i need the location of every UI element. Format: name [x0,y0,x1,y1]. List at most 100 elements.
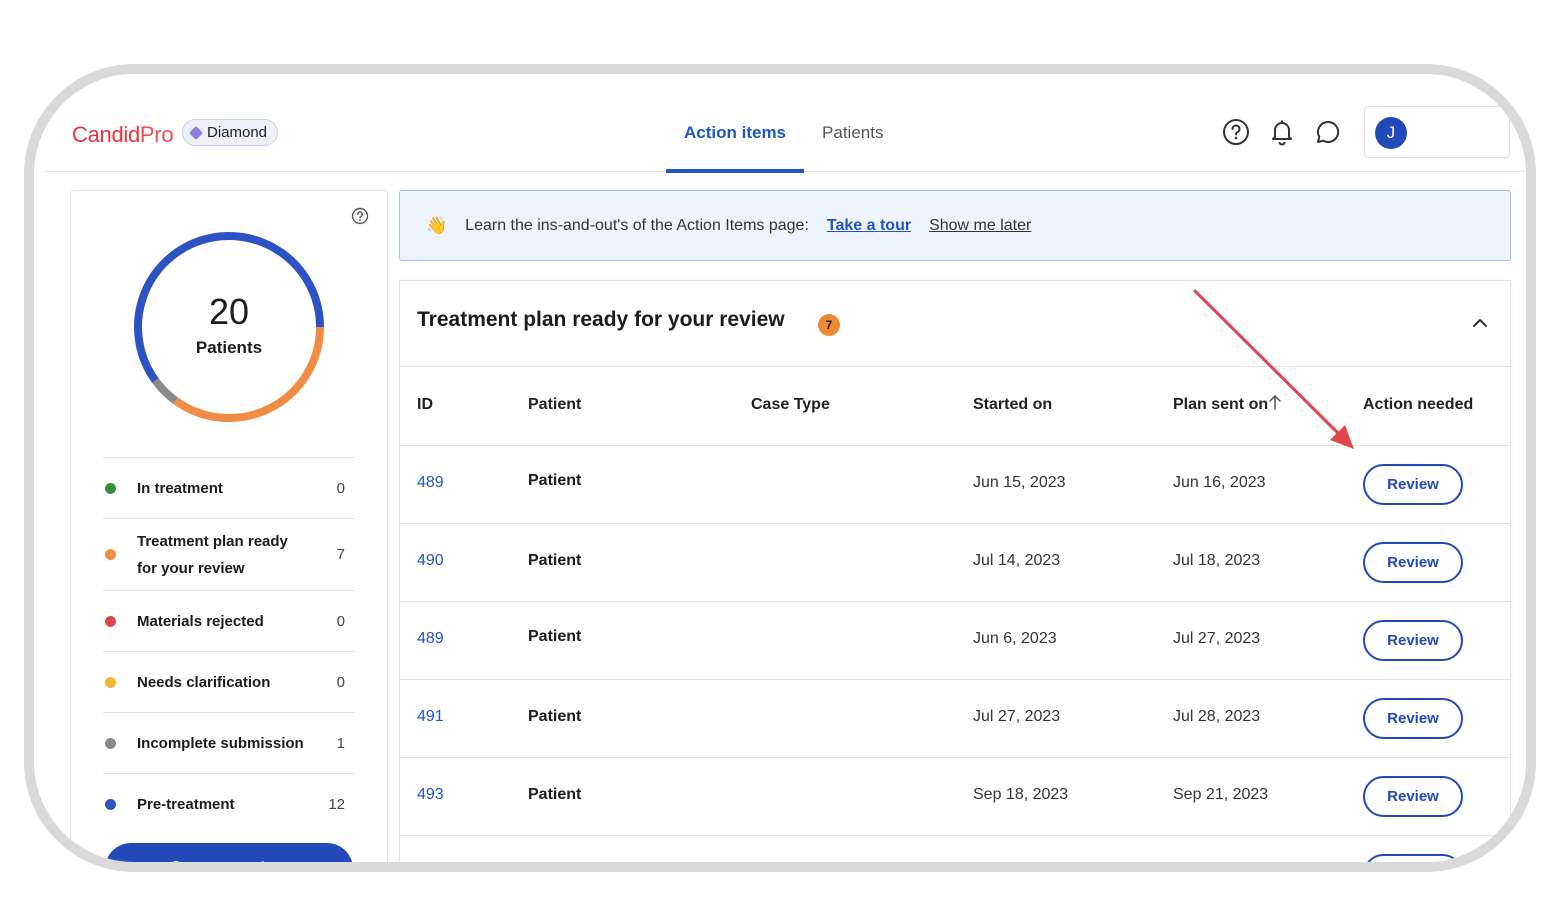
column-header-case-type[interactable]: Case Type [751,396,830,414]
row-started-on: Jul 14, 2023 [973,552,1061,569]
review-button[interactable]: Review [1363,620,1463,661]
status-count: 0 [336,612,345,630]
new-patient-button[interactable]: New patient [105,843,353,872]
donut-segment-incomplete-submission [152,378,178,404]
column-header-plan-sent-on[interactable]: Plan sent on [1173,396,1268,414]
top-nav: CandidPro Diamond Action items Patients … [46,94,1526,173]
tour-banner: 👋 Learn the ins-and-out's of the Action … [399,190,1511,261]
status-list: In treatment 0 Treatment plan ready for … [103,457,355,834]
take-tour-link[interactable]: Take a tour [827,217,911,235]
status-label: Incomplete submission [137,734,304,752]
status-item-needs-clarification[interactable]: Needs clarification 0 [103,651,355,712]
chevron-up-icon[interactable] [1468,311,1492,340]
header-icons [1222,118,1342,146]
tier-label: Diamond [207,124,268,141]
status-dot [105,798,116,810]
avatar: J [1375,117,1407,149]
logo-main: Candid [72,122,140,147]
chat-icon[interactable] [1314,118,1342,146]
status-label: Needs clarification [137,673,271,691]
total-patients-count: 20 [208,291,250,332]
table-row: 489 Patient Jun 15, 2023 Jun 16, 2023 Re… [400,446,1510,524]
row-patient: Patient [528,786,582,803]
add-user-icon [173,860,180,862]
sort-arrow-up-icon[interactable] [1268,393,1282,416]
panel-title: Treatment plan ready for your review [417,308,785,331]
status-dot [105,482,116,494]
column-header-patient[interactable]: Patient [528,396,581,414]
help-icon[interactable] [351,207,369,230]
total-patients-label: Patients [195,338,263,357]
row-plan-sent-on: Jul 18, 2023 [1173,552,1261,569]
status-count: 12 [328,795,345,813]
table-row: 493 Patient Oct 5, 2023 Oct 6, 2023 Revi… [400,836,1510,872]
status-item-in-treatment[interactable]: In treatment 0 [103,457,355,518]
status-item-incomplete-submission[interactable]: Incomplete submission 1 [103,712,355,773]
logo-suffix: Pro [139,122,174,147]
row-id-link[interactable]: 489 [417,474,444,492]
help-icon[interactable] [1222,118,1250,146]
row-plan-sent-on: Jul 27, 2023 [1173,630,1261,647]
count-badge: 7 [818,314,840,336]
row-started-on: Jun 15, 2023 [973,474,1066,491]
banner-message: Learn the ins-and-out's of the Action It… [465,216,809,234]
status-dot [105,615,116,627]
status-count: 0 [336,673,345,691]
status-label: In treatment [137,479,223,497]
table-header: ID Patient Case Type Started on Plan sen… [400,367,1510,446]
row-started-on: Jul 27, 2023 [973,708,1061,725]
bell-icon[interactable] [1268,118,1296,146]
review-button[interactable]: Review [1363,464,1463,505]
row-id-link[interactable]: 490 [417,552,444,570]
status-dot [105,737,116,749]
row-patient: Patient [528,864,581,872]
tab-patients[interactable]: Patients [804,94,901,172]
column-header-started-on[interactable]: Started on [973,396,1052,414]
row-id-link[interactable]: 493 [417,786,444,804]
row-started-on: Jun 6, 2023 [973,630,1057,647]
row-patient: Patient [528,628,582,645]
panel-header[interactable]: Treatment plan ready for your review 7 [400,281,1510,367]
row-patient: Patient [528,708,582,725]
row-plan-sent-on: Jun 16, 2023 [1173,474,1266,491]
row-id-link[interactable]: 491 [417,708,444,726]
column-header-id[interactable]: ID [417,396,433,414]
row-plan-sent-on: Oct 6, 2023 [1173,864,1256,872]
status-count: 0 [336,479,345,497]
new-patient-label: New patient [199,860,289,872]
row-plan-sent-on: Sep 21, 2023 [1173,786,1269,803]
row-started-on: Oct 5, 2023 [973,864,1056,872]
treatment-plan-panel: Treatment plan ready for your review 7 I… [399,280,1511,872]
row-patient: Patient [528,552,582,569]
row-started-on: Sep 18, 2023 [973,786,1069,803]
review-button[interactable]: Review [1363,542,1463,583]
show-later-link[interactable]: Show me later [929,217,1031,235]
column-header-action-needed: Action needed [1363,396,1474,413]
status-dot [105,676,116,688]
review-button[interactable]: Review [1363,776,1463,817]
status-item-pre-treatment[interactable]: Pre-treatment 12 [103,773,355,834]
review-button[interactable]: Review [1363,854,1463,862]
row-patient: Patient [528,472,582,489]
table-row: 493 Patient Sep 18, 2023 Sep 21, 2023 Re… [400,758,1510,836]
status-count: 7 [336,546,345,563]
row-id-link[interactable]: 493 [417,864,444,872]
candidpro-logo[interactable]: CandidPro [72,122,174,148]
tab-action-items[interactable]: Action items [666,94,805,173]
status-label: Materials rejected [137,612,264,630]
patient-summary-sidebar: 20 Patients In treatment 0 Treatment pla… [70,190,388,872]
table-row: 491 Patient Jul 27, 2023 Jul 28, 2023 Re… [400,680,1510,758]
table-row: 490 Patient Jul 14, 2023 Jul 18, 2023 Re… [400,524,1510,602]
user-menu[interactable]: J [1364,106,1510,158]
row-id-link[interactable]: 489 [417,630,444,648]
status-label: Pre-treatment [137,795,235,813]
diamond-icon [188,125,204,140]
review-button[interactable]: Review [1363,698,1463,739]
status-count: 1 [336,734,345,752]
status-item-treatment-plan-ready[interactable]: Treatment plan ready for your review 7 [103,518,355,590]
row-plan-sent-on: Jul 28, 2023 [1173,708,1261,725]
status-item-materials-rejected[interactable]: Materials rejected 0 [103,590,355,651]
status-dot [105,549,116,560]
status-label: Treatment plan ready for your review [137,532,288,577]
table-row: 489 Patient Jun 6, 2023 Jul 27, 2023 Rev… [400,602,1510,680]
